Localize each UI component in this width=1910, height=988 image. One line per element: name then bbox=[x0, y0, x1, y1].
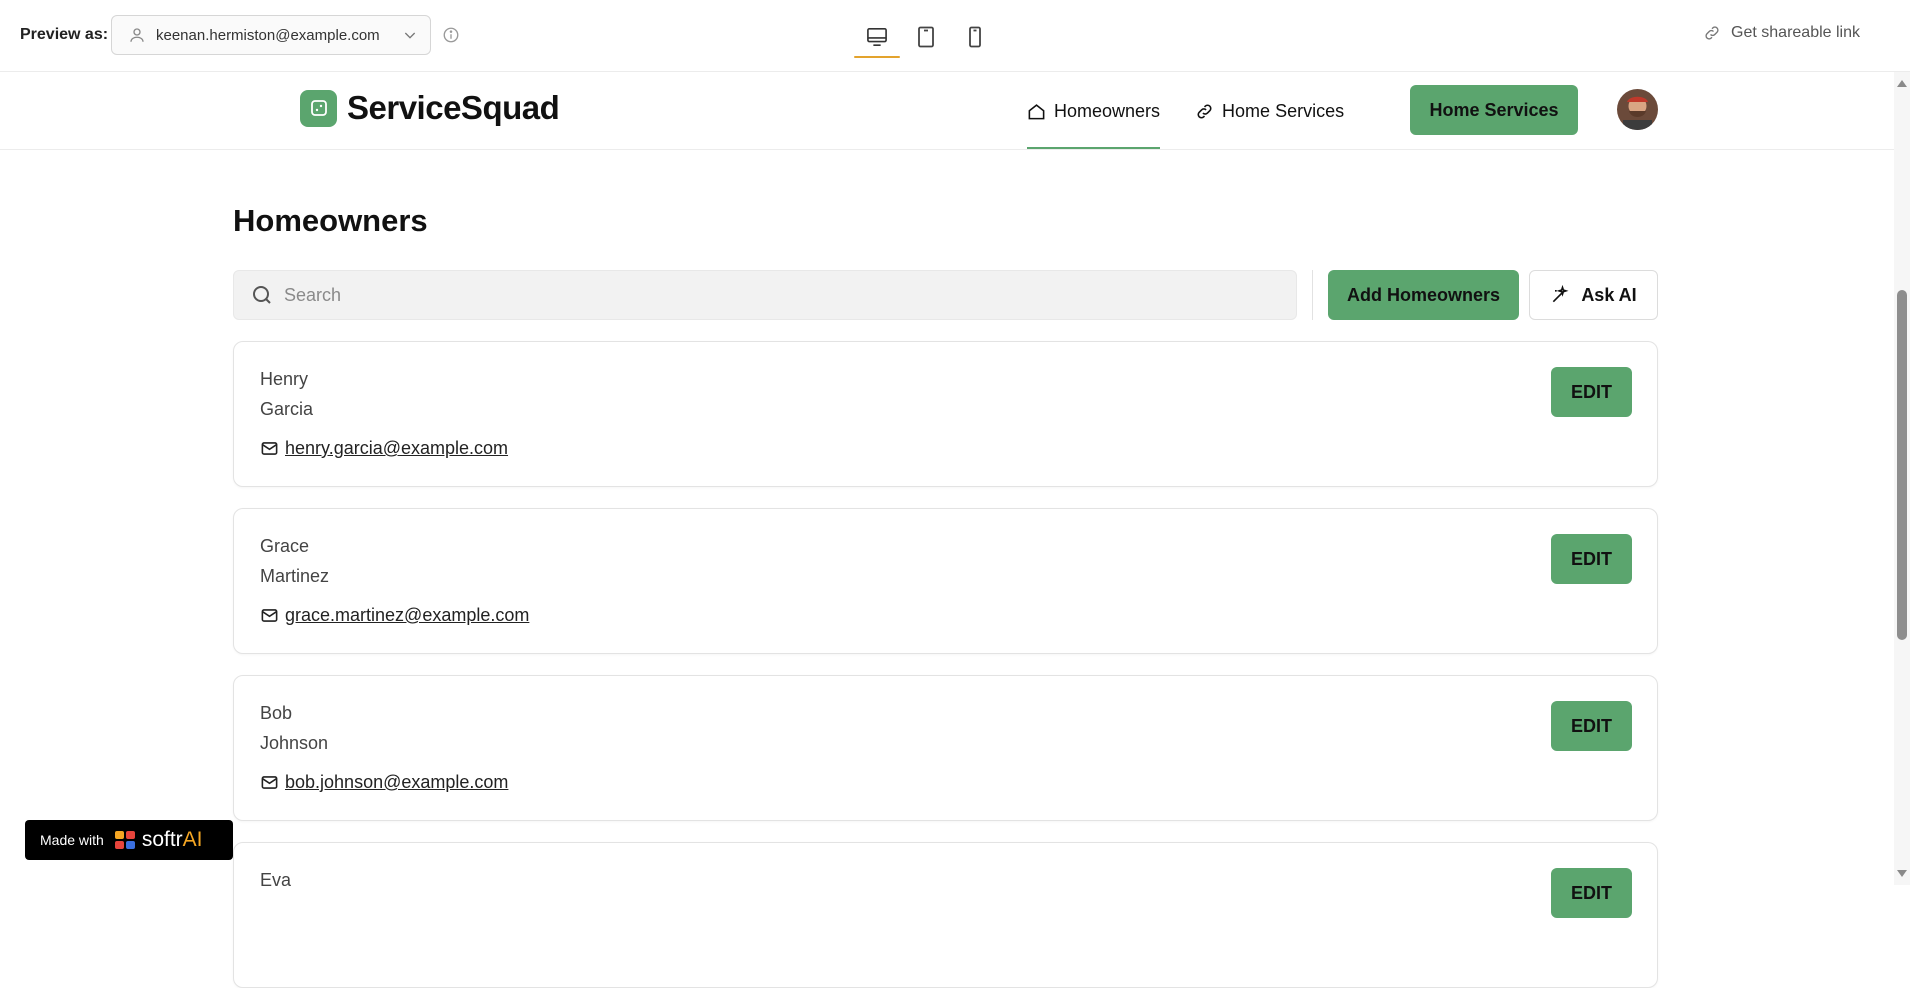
scrollbar-thumb[interactable] bbox=[1897, 290, 1907, 640]
app-header: ServiceSquad Homeowners Home Services Ho… bbox=[0, 72, 1894, 150]
mail-icon bbox=[261, 609, 278, 622]
device-tablet-button[interactable] bbox=[903, 16, 949, 58]
search-input[interactable] bbox=[284, 284, 1184, 306]
edit-button[interactable]: EDIT bbox=[1551, 701, 1632, 751]
mail-icon bbox=[261, 776, 278, 789]
search-icon bbox=[253, 286, 271, 304]
info-icon[interactable] bbox=[442, 26, 460, 44]
user-icon bbox=[130, 28, 144, 42]
nav-item-label: Homeowners bbox=[1054, 100, 1161, 121]
scroll-up-arrow-icon[interactable] bbox=[1897, 80, 1907, 87]
homeowner-email-row: grace.martinez@example.com bbox=[260, 605, 529, 626]
sparkle-wand-icon bbox=[1553, 285, 1569, 303]
scroll-down-arrow-icon[interactable] bbox=[1897, 870, 1907, 877]
search-box[interactable] bbox=[233, 270, 1297, 320]
homeowner-first-name: Henry bbox=[260, 369, 309, 389]
nav-item-home-services[interactable]: Home Services bbox=[1195, 72, 1344, 150]
softr-brand-ai: AI bbox=[182, 828, 203, 851]
toolbar-divider bbox=[1312, 270, 1313, 320]
add-homeowners-button[interactable]: Add Homeowners bbox=[1328, 270, 1519, 320]
homeowner-card: Grace Martinez grace.martinez@example.co… bbox=[233, 508, 1658, 654]
homeowner-first-name: Grace bbox=[260, 536, 310, 556]
homeowner-card: Eva EDIT bbox=[233, 842, 1658, 988]
homeowner-email-link[interactable]: henry.garcia@example.com bbox=[285, 438, 508, 459]
link-icon bbox=[1705, 26, 1719, 40]
homeowner-card: Bob Johnson bob.johnson@example.com EDIT bbox=[233, 675, 1658, 821]
preview-user-value: keenan.hermiston@example.com bbox=[156, 26, 380, 44]
homeowner-card: Henry Garcia henry.garcia@example.com ED… bbox=[233, 341, 1658, 487]
homeowner-last-name: Garcia bbox=[260, 399, 314, 419]
preview-toolbar: Preview as: keenan.hermiston@example.com bbox=[0, 0, 1910, 72]
homeowner-first-name: Eva bbox=[260, 870, 292, 890]
page-title: Homeowners bbox=[233, 203, 428, 238]
softr-logo-icon bbox=[114, 831, 135, 849]
ask-ai-label: Ask AI bbox=[1581, 284, 1637, 305]
home-services-button[interactable]: Home Services bbox=[1410, 85, 1578, 135]
preview-user-select[interactable]: keenan.hermiston@example.com bbox=[111, 15, 431, 55]
nav-item-homeowners[interactable]: Homeowners bbox=[1027, 72, 1161, 150]
edit-button[interactable]: EDIT bbox=[1551, 367, 1632, 417]
homeowner-email-link[interactable]: bob.johnson@example.com bbox=[285, 772, 508, 793]
softr-logo: softrAI bbox=[114, 828, 203, 852]
homeowner-email-row: bob.johnson@example.com bbox=[260, 772, 508, 793]
desktop-icon bbox=[867, 28, 887, 46]
logo-mark-icon bbox=[300, 89, 337, 127]
mail-icon bbox=[261, 442, 278, 455]
nav-item-label: Home Services bbox=[1222, 100, 1345, 121]
homeowner-first-name: Bob bbox=[260, 703, 293, 723]
device-desktop-button[interactable] bbox=[854, 16, 900, 58]
chevron-down-icon bbox=[404, 32, 416, 39]
avatar[interactable] bbox=[1617, 89, 1658, 130]
made-with-label: Made with bbox=[40, 832, 104, 848]
ask-ai-button[interactable]: Ask AI bbox=[1529, 270, 1658, 320]
mobile-icon bbox=[969, 26, 981, 48]
share-link-label: Get shareable link bbox=[1731, 24, 1860, 41]
home-icon bbox=[1028, 103, 1045, 119]
homeowner-last-name: Martinez bbox=[260, 566, 330, 586]
homeowner-email-row: henry.garcia@example.com bbox=[260, 438, 508, 459]
homeowner-last-name: Johnson bbox=[260, 733, 329, 753]
device-switcher bbox=[854, 16, 1001, 58]
made-with-softr-badge[interactable]: Made with softrAI bbox=[25, 820, 233, 860]
brand-logo[interactable]: ServiceSquad bbox=[300, 89, 560, 127]
get-shareable-link[interactable]: Get shareable link bbox=[1703, 24, 1860, 42]
brand-name: ServiceSquad bbox=[347, 89, 560, 126]
edit-button[interactable]: EDIT bbox=[1551, 868, 1632, 918]
main-nav: Homeowners Home Services bbox=[1027, 72, 1379, 150]
preview-label: Preview as: bbox=[20, 26, 109, 43]
link-icon bbox=[1197, 103, 1212, 119]
softr-brand: softr bbox=[141, 828, 183, 851]
page-scrollbar[interactable] bbox=[1894, 72, 1910, 885]
edit-button[interactable]: EDIT bbox=[1551, 534, 1632, 584]
tablet-icon bbox=[918, 26, 934, 48]
homeowner-email-link[interactable]: grace.martinez@example.com bbox=[285, 605, 529, 626]
device-mobile-button[interactable] bbox=[952, 16, 998, 58]
